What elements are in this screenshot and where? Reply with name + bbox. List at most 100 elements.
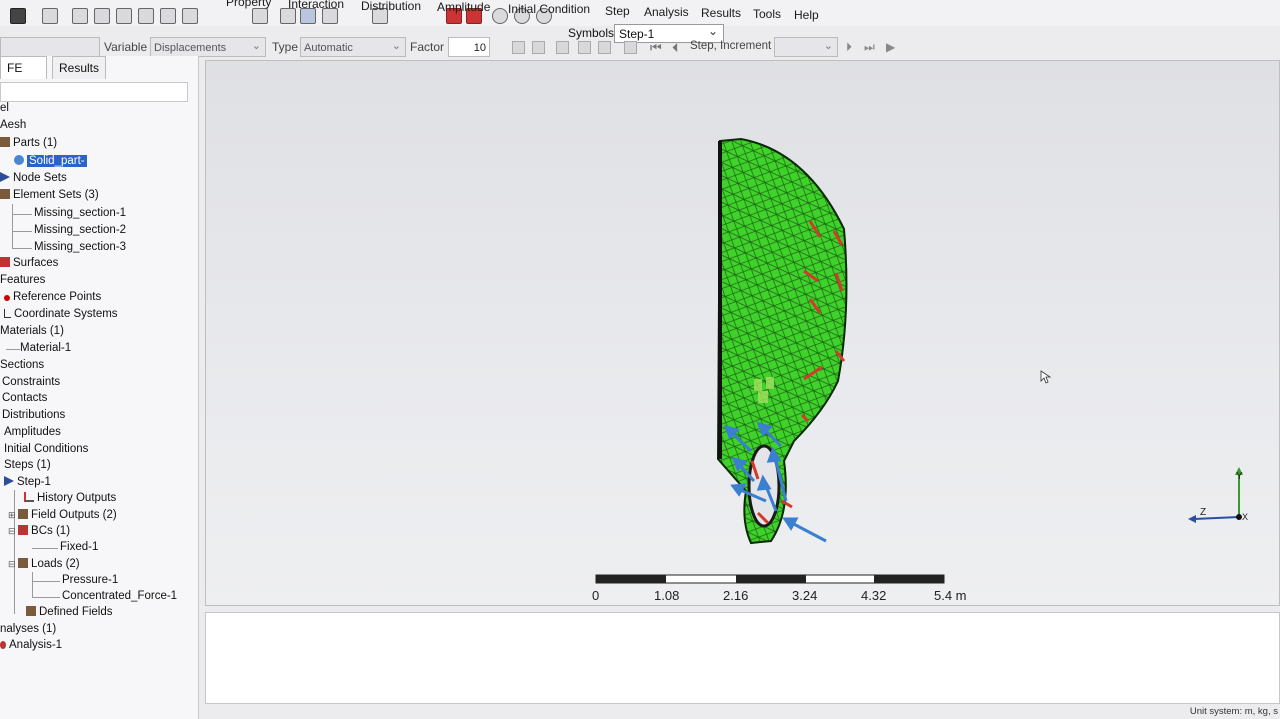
view-top-icon[interactable] — [116, 8, 132, 24]
prev-frame-icon[interactable]: ⏴ — [672, 40, 679, 56]
tree-pressure-1[interactable]: Pressure-1 — [62, 574, 118, 586]
tree-missing-section-2[interactable]: Missing_section-2 — [34, 224, 126, 236]
play-icon[interactable]: ▶ — [886, 40, 895, 54]
axis-triad: Y Z X — [1188, 467, 1248, 523]
menu-initial-condition[interactable]: Initial Condition — [508, 2, 590, 16]
menu-distribution[interactable]: Distribution — [361, 0, 421, 13]
tab-fe-model[interactable]: FE Model — [0, 56, 47, 97]
tree-steps[interactable]: Steps (1) — [4, 459, 51, 471]
menu-interaction[interactable]: Interaction — [288, 0, 344, 11]
last-frame-icon[interactable]: ⏭ — [864, 40, 875, 55]
factor-label: Factor — [410, 40, 445, 54]
tree-field-outputs[interactable]: ⊞ Field Outputs (2) — [8, 509, 117, 521]
node-sets-icon — [0, 172, 10, 182]
view-right-icon[interactable] — [182, 8, 198, 24]
tree-solid-part[interactable]: Solid_part- — [14, 155, 87, 167]
tree-model[interactable]: el — [0, 102, 9, 114]
defined-fields-icon — [26, 606, 36, 616]
frame-icon[interactable] — [512, 41, 525, 54]
tree-bcs[interactable]: ⊟ BCs (1) — [8, 525, 70, 537]
tree-coordinate-systems[interactable]: Coordinate Systems — [4, 308, 118, 320]
frame3-icon[interactable] — [556, 41, 569, 54]
iso-view-icon[interactable] — [252, 8, 268, 24]
view-back-icon[interactable] — [94, 8, 110, 24]
view-bottom-icon[interactable] — [138, 8, 154, 24]
part-icon — [14, 155, 24, 165]
variable-label: Variable — [104, 40, 148, 54]
frame2-icon[interactable] — [532, 41, 545, 54]
tree-constraints[interactable]: Constraints — [2, 376, 60, 388]
tree-reference-points[interactable]: Reference Points — [4, 291, 101, 303]
frame6-icon[interactable] — [624, 41, 637, 54]
axis-z-label: Z — [1200, 507, 1206, 518]
history-outputs-icon — [24, 492, 34, 502]
scale-tick-5: 5.4 m — [934, 588, 967, 603]
tree-parts[interactable]: Parts (1) — [0, 137, 57, 149]
tree-initial-conditions[interactable]: Initial Conditions — [4, 443, 88, 455]
tab-results[interactable]: Results — [52, 56, 107, 79]
tree-contacts[interactable]: Contacts — [2, 392, 47, 404]
menu-tools[interactable]: Tools — [753, 7, 781, 21]
step-increment-label: Step, Increment — [690, 40, 772, 52]
tree-history-outputs[interactable]: History Outputs — [24, 492, 116, 504]
tree-mesh[interactable]: Aesh — [0, 119, 26, 131]
graphics-viewport[interactable]: 0 1.08 2.16 3.24 4.32 5.4 m Y Z X — [205, 60, 1280, 606]
variable-select[interactable]: Displacements ⌄ — [150, 37, 266, 57]
field-outputs-icon — [18, 509, 29, 519]
element-sets-icon — [0, 189, 10, 199]
type-value: Automatic — [304, 42, 353, 54]
type-select[interactable]: Automatic ⌄ — [300, 37, 406, 57]
chevron-down-icon: ⌄ — [391, 40, 401, 52]
tree-loads[interactable]: ⊟ Loads (2) — [8, 558, 80, 570]
menu-property[interactable]: Property — [226, 0, 271, 9]
factor-input[interactable]: 10 — [448, 37, 490, 57]
axis-x-label: X — [1242, 512, 1248, 522]
tree-node-sets[interactable]: Node Sets — [0, 172, 67, 184]
message-area[interactable] — [205, 612, 1280, 704]
menu-analysis[interactable]: Analysis — [644, 5, 689, 19]
save-icon[interactable] — [10, 8, 26, 24]
collapse-icon[interactable]: ⊟ — [8, 559, 18, 569]
type-label: Type — [272, 40, 299, 54]
tree-features[interactable]: Features — [0, 274, 45, 286]
scale-bar: 0 1.08 2.16 3.24 4.32 5.4 m — [592, 574, 967, 603]
first-frame-icon[interactable]: ⏮ — [650, 40, 662, 56]
blank-field[interactable] — [0, 37, 100, 57]
menu-results[interactable]: Results — [701, 6, 741, 20]
zoom-icon[interactable] — [42, 8, 58, 24]
tree-amplitudes[interactable]: Amplitudes — [4, 426, 61, 438]
tree-concentrated-force-1[interactable]: Concentrated_Force-1 — [62, 590, 177, 602]
tree-analysis-1[interactable]: Analysis-1 — [0, 639, 62, 651]
tree-analyses[interactable]: nalyses (1) — [0, 623, 56, 635]
tree-fixed-1[interactable]: Fixed-1 — [60, 541, 98, 553]
frame4-icon[interactable] — [578, 41, 591, 54]
tree-element-sets[interactable]: Element Sets (3) — [0, 189, 99, 201]
tree-step-1[interactable]: Step-1 — [4, 476, 51, 488]
scale-tick-0: 0 — [592, 588, 599, 603]
menu-amplitude[interactable]: Amplitude — [437, 0, 490, 14]
tree-missing-section-3[interactable]: Missing_section-3 — [34, 241, 126, 253]
frame5-icon[interactable] — [598, 41, 611, 54]
tree-defined-fields[interactable]: Defined Fields — [26, 606, 113, 618]
menu-step[interactable]: Step — [605, 4, 630, 18]
tree-distributions[interactable]: Distributions — [2, 409, 65, 421]
step-icon — [4, 476, 14, 486]
view-front-icon[interactable] — [72, 8, 88, 24]
tree-sections[interactable]: Sections — [0, 359, 44, 371]
tree-materials[interactable]: Materials (1) — [0, 325, 64, 337]
eye-icon[interactable] — [492, 8, 508, 24]
collapse-icon[interactable]: ⊟ — [8, 526, 18, 536]
next-frame-icon[interactable]: ⏵ — [846, 40, 852, 55]
loads-icon — [18, 558, 29, 568]
menu-help[interactable]: Help — [794, 8, 819, 22]
chevron-down-icon: ⌄ — [823, 40, 833, 52]
expand-icon[interactable]: ⊞ — [8, 510, 18, 520]
scale-tick-2: 2.16 — [723, 588, 748, 603]
tree-surfaces[interactable]: Surfaces — [0, 257, 58, 269]
tree-material-1[interactable]: Material-1 — [20, 342, 71, 354]
tree-missing-section-1[interactable]: Missing_section-1 — [34, 207, 126, 219]
increment-select[interactable]: ⌄ — [774, 37, 838, 57]
tree-search-input[interactable] — [0, 82, 188, 102]
view-left-icon[interactable] — [160, 8, 176, 24]
menu-bar: Property Interaction Distribution Amplit… — [0, 0, 1280, 26]
